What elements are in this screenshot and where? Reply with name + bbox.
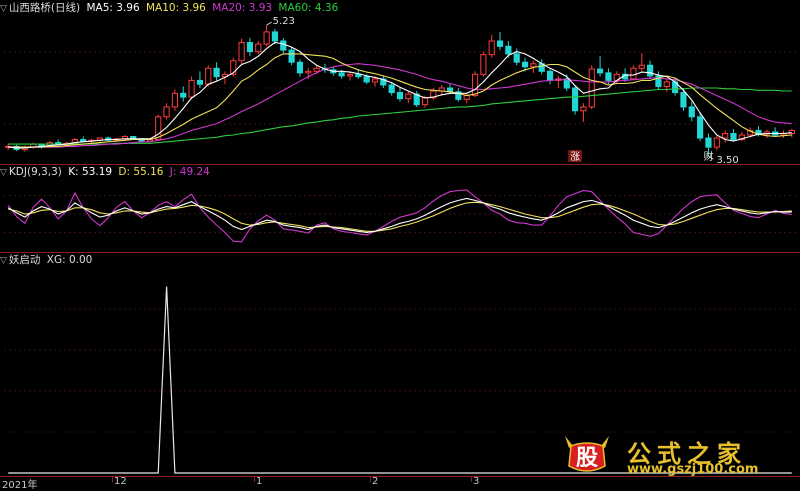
candle-down: [505, 45, 512, 55]
ma60-value: MA60: 4.36: [278, 2, 339, 14]
ma10-value: MA10: 3.96: [146, 2, 206, 14]
candle-up: [255, 43, 262, 53]
candle-up: [163, 106, 170, 118]
ma5-value: MA5: 3.96: [86, 2, 140, 14]
candle-down: [271, 31, 279, 42]
x-label-3: 3: [473, 476, 480, 487]
finance-tag: 财: [703, 150, 713, 163]
candle-up: [580, 106, 587, 112]
x-label-1: 1: [256, 476, 263, 487]
x-tick: [471, 476, 472, 482]
candle-down: [180, 92, 187, 98]
collapse-triangle-icon[interactable]: ▽: [0, 256, 7, 266]
high-marker-line: [266, 21, 272, 26]
candle-down: [688, 106, 695, 118]
x-axis-labels: 2021年 12 1 2 3: [0, 476, 800, 491]
candle-down: [513, 53, 520, 63]
candle-down: [697, 116, 704, 139]
candle-up: [588, 68, 595, 108]
candle-up: [238, 42, 245, 62]
x-tick: [370, 476, 371, 482]
candle-up: [263, 31, 270, 45]
candle-down: [355, 73, 362, 78]
high-price-label: 5.23: [273, 16, 295, 27]
watermark: 股 公式之家 www.gszj100.com: [553, 432, 793, 478]
candle-up: [405, 93, 412, 100]
candle-up: [722, 132, 729, 139]
candle-down: [571, 87, 579, 112]
kdj-k-line: [7, 197, 792, 234]
price-legend: ▽ 山西路桥(日线) MA5: 3.96 MA10: 3.96 MA20: 3.9…: [0, 1, 341, 15]
candle-down: [596, 68, 604, 74]
candle-down: [546, 70, 554, 81]
candle-up: [530, 63, 537, 68]
candle-down: [363, 76, 370, 83]
watermark-url: www.gszj100.com: [627, 462, 759, 477]
candle-up: [305, 70, 312, 74]
kdj-panel: [4, 189, 796, 243]
stock-chart[interactable]: 5.233.50涨财: [0, 0, 800, 490]
candle-down: [605, 72, 612, 81]
kdj-d-value: D: 55.16: [118, 166, 164, 178]
candle-up: [480, 54, 487, 75]
candle-up: [205, 67, 212, 85]
candle-down: [521, 61, 529, 68]
candle-down: [705, 137, 712, 148]
stock-title: 山西路桥(日线): [8, 2, 81, 14]
candle-up: [713, 137, 720, 148]
candle-up: [630, 67, 637, 80]
x-label-2: 2: [372, 476, 379, 487]
candle-down: [680, 92, 687, 108]
candle-up: [638, 64, 645, 69]
candle-up: [663, 81, 670, 87]
panel-divider-kdj[interactable]: [0, 252, 800, 253]
xg-title: 妖启动: [8, 254, 41, 266]
candle-up: [171, 92, 178, 108]
candle-up: [188, 79, 195, 98]
candle-down: [246, 42, 254, 53]
x-label-2021: 2021年: [2, 480, 38, 491]
kdj-k-value: K: 53.19: [68, 166, 113, 178]
gu-logo-icon: 股: [565, 436, 609, 472]
xg-value: XG: 0.00: [46, 254, 93, 266]
price-panel: 5.233.50涨财: [4, 16, 796, 166]
candle-down: [296, 61, 304, 74]
x-tick: [254, 476, 255, 482]
candle-down: [196, 79, 204, 85]
candle-down: [396, 92, 404, 100]
candle-up: [471, 73, 479, 97]
xg-legend: ▽ 妖启动 XG: 0.00: [0, 253, 95, 267]
candle-up: [313, 67, 320, 72]
candle-down: [496, 40, 504, 47]
x-tick: [112, 476, 113, 482]
candle-up: [488, 40, 495, 56]
candle-down: [213, 67, 220, 78]
kdj-title: KDJ(9,3,3): [8, 166, 62, 178]
candle-up: [421, 97, 429, 106]
candle-down: [80, 139, 87, 142]
kdj-legend: ▽ KDJ(9,3,3) K: 53.19 D: 55.16 J: 49.24: [0, 165, 213, 179]
ma20-line: [8, 63, 792, 148]
ma20-value: MA20: 3.93: [212, 2, 273, 14]
kdj-j-line: [7, 189, 792, 243]
candle-down: [647, 64, 654, 77]
candle-down: [280, 40, 287, 51]
collapse-triangle-icon[interactable]: ▽: [0, 4, 7, 14]
candle-up: [346, 73, 354, 77]
kdj-j-value: J: 49.24: [169, 166, 210, 178]
candle-down: [730, 132, 737, 141]
collapse-triangle-icon[interactable]: ▽: [0, 168, 7, 178]
x-label-12: 12: [114, 476, 127, 487]
rise-tag: 涨: [570, 151, 580, 163]
logo-char: 股: [576, 445, 598, 471]
candle-up: [371, 78, 379, 83]
candle-down: [288, 49, 295, 63]
candle-down: [338, 72, 345, 77]
candle-down: [388, 84, 395, 94]
